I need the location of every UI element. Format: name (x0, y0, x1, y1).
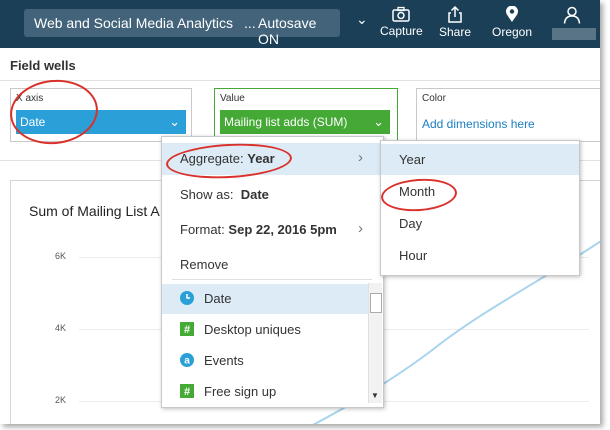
field-list-item-free-sign-up[interactable]: # Free sign up (162, 377, 369, 407)
autosave-status: Autosave ON (258, 15, 317, 47)
share-label: Share (438, 25, 472, 39)
share-icon (448, 6, 462, 23)
camera-icon (392, 6, 410, 22)
color-label: Color (422, 93, 446, 104)
user-menu[interactable] (563, 6, 581, 29)
aggregate-option-hour[interactable]: Hour (381, 240, 579, 271)
remove-menu-item[interactable]: Remove (162, 249, 383, 281)
format-menu-item[interactable]: Format: Sep 22, 2016 5pm › (162, 214, 383, 246)
svg-text:#: # (184, 324, 190, 336)
field-label: Free sign up (204, 384, 277, 399)
field-label: Date (204, 291, 232, 306)
format-value: Sep 22, 2016 5pm (228, 222, 337, 237)
share-button[interactable]: Share (436, 6, 474, 39)
analysis-window: Web and Social Media Analytics ... Autos… (0, 0, 600, 424)
chevron-right-icon: › (358, 149, 363, 166)
show-as-menu-item[interactable]: Show as: Date (162, 179, 383, 211)
location-pin-icon (506, 6, 518, 22)
remove-label: Remove (180, 257, 229, 272)
field-wells-divider (0, 80, 600, 81)
top-bar: Web and Social Media Analytics ... Autos… (0, 0, 600, 48)
svg-text:a: a (184, 356, 190, 367)
svg-text:#: # (184, 386, 190, 398)
scroll-thumb[interactable] (370, 293, 382, 313)
capture-button[interactable]: Capture (380, 6, 423, 38)
field-list-scrollbar[interactable]: ▼ (368, 283, 382, 403)
chevron-down-icon: ⌄ (169, 114, 180, 129)
add-dimensions-link[interactable]: Add dimensions here (422, 117, 535, 131)
menu-divider (172, 279, 372, 280)
aggregate-option-day[interactable]: Day (381, 208, 579, 239)
title-ellipsis: ... (244, 15, 256, 31)
text-a-icon: a (180, 353, 194, 367)
show-as-label: Show as: (180, 187, 234, 202)
value-field-dropdown[interactable]: Mailing list adds (SUM) ⌄ (220, 110, 390, 134)
capture-label: Capture (380, 24, 423, 38)
format-text: Format: Sep 22, 2016 5pm (180, 222, 337, 237)
hash-number-icon: # (180, 384, 194, 398)
field-label: Desktop uniques (204, 322, 301, 337)
analysis-title-dropdown[interactable]: Web and Social Media Analytics ... Autos… (24, 9, 368, 47)
value-well: Value Mailing list adds (SUM) ⌄ (214, 88, 398, 142)
show-as-text: Show as: Date (180, 187, 269, 202)
chevron-down-icon: ⌄ (373, 114, 384, 129)
aggregate-option-year[interactable]: Year (381, 144, 579, 175)
chevron-right-icon: › (358, 220, 363, 237)
value-label: Value (220, 93, 245, 104)
hash-number-icon: # (180, 322, 194, 336)
scroll-down-arrow-icon[interactable]: ▼ (371, 391, 379, 400)
field-list-item-desktop-uniques[interactable]: # Desktop uniques (162, 315, 369, 345)
username-redacted (552, 28, 596, 40)
field-list-item-events[interactable]: a Events (162, 346, 369, 376)
color-well: Color Add dimensions here (416, 88, 600, 142)
show-as-value: Date (240, 187, 269, 202)
option-label: Hour (399, 248, 428, 263)
user-icon (563, 6, 581, 24)
chevron-down-icon: ⌄ (356, 11, 368, 27)
field-label: Events (204, 353, 244, 368)
format-label: Format: (180, 222, 225, 237)
date-clock-icon (180, 291, 194, 305)
option-label: Year (399, 152, 426, 167)
field-list-item-date[interactable]: Date (162, 284, 369, 314)
region-button[interactable]: Oregon (490, 6, 534, 39)
region-label: Oregon (491, 25, 533, 39)
analysis-title: Web and Social Media Analytics (34, 15, 233, 31)
field-wells-title: Field wells (10, 58, 76, 73)
option-label: Day (399, 216, 423, 231)
value-field-value: Mailing list adds (SUM) (224, 115, 348, 129)
